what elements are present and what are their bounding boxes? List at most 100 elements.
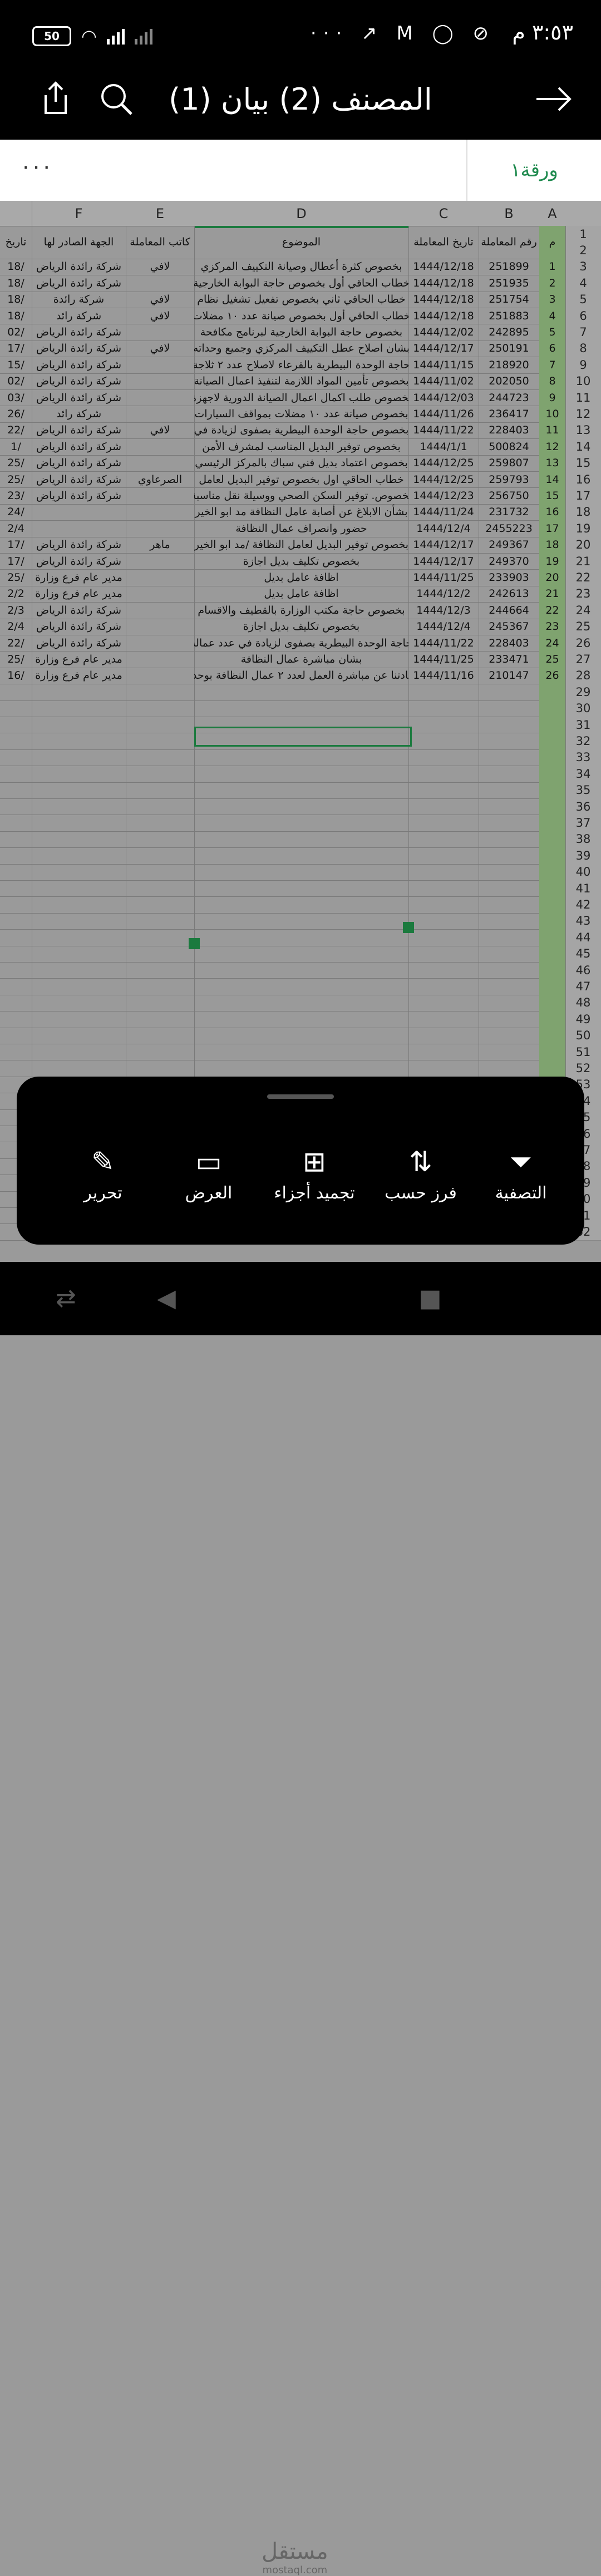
empty-cell[interactable] [126, 717, 195, 734]
cell-writer[interactable] [126, 455, 195, 472]
row-number[interactable]: 31 [565, 717, 601, 734]
cell-transaction-no[interactable]: 218920 [479, 357, 540, 374]
cell-writer[interactable] [126, 324, 195, 341]
empty-cell[interactable] [408, 912, 479, 930]
cell-subject[interactable]: خطاب الحاقي أول بخصوص حاجة البوابة الخار… [194, 275, 409, 292]
cell-issuer[interactable]: شركة رائدة الرياض [32, 602, 126, 619]
cell-date[interactable]: 1444/12/17 [408, 340, 479, 358]
empty-cell[interactable] [408, 1044, 479, 1061]
cell-transaction-no[interactable]: 233903 [479, 569, 540, 586]
cell-date[interactable]: 1444/12/25 [408, 455, 479, 472]
cell-index[interactable]: 12 [539, 438, 566, 456]
cell-date-partial[interactable]: /17 [0, 553, 32, 570]
empty-cell[interactable] [126, 945, 195, 963]
row-number[interactable]: 25 [565, 618, 601, 635]
row-number[interactable]: 41 [565, 880, 601, 897]
back-nav-icon[interactable]: ◀ [157, 1284, 176, 1312]
cell-issuer[interactable]: شركة رائدة [32, 291, 126, 308]
empty-cell[interactable] [126, 896, 195, 914]
empty-cell[interactable] [32, 1011, 126, 1028]
selection-handle-start[interactable] [189, 938, 200, 949]
row-number[interactable]: 20 [565, 536, 601, 554]
cell-date-partial[interactable]: /03 [0, 389, 32, 407]
cell-subject[interactable]: افادتنا عن مباشرة العمل لعدد ٢ عمال النظ… [194, 667, 409, 685]
cell-issuer[interactable]: شركة رائدة الرياض [32, 389, 126, 407]
cell-writer[interactable] [126, 389, 195, 407]
empty-cell[interactable] [408, 896, 479, 914]
cell-date-partial[interactable]: /18 [0, 258, 32, 276]
empty-cell[interactable] [194, 798, 409, 816]
empty-cell[interactable] [194, 929, 409, 946]
empty-cell[interactable] [126, 962, 195, 979]
row-number[interactable]: 4 [565, 275, 601, 292]
empty-cell[interactable] [32, 880, 126, 897]
empty-cell[interactable] [0, 978, 32, 995]
cell-index[interactable]: 5 [539, 324, 566, 341]
drag-handle[interactable] [267, 1094, 334, 1099]
empty-cell[interactable] [408, 717, 479, 734]
cell-date[interactable]: 1444/12/17 [408, 553, 479, 570]
cell-index[interactable]: 20 [539, 569, 566, 586]
cell-writer[interactable] [126, 438, 195, 456]
empty-cell[interactable] [408, 945, 479, 963]
cell-date-partial[interactable]: /02 [0, 324, 32, 341]
corner-cell[interactable] [565, 201, 601, 226]
empty-cell[interactable] [126, 782, 195, 799]
cell-transaction-no[interactable]: 242613 [479, 585, 540, 603]
empty-cell[interactable] [194, 978, 409, 995]
cell-subject[interactable]: اظافة عامل بديل [194, 569, 409, 586]
empty-cell[interactable] [408, 831, 479, 848]
empty-cell[interactable] [479, 700, 540, 717]
cell-date[interactable]: 1444/11/16 [408, 667, 479, 685]
empty-cell[interactable] [479, 1027, 540, 1044]
empty-cell[interactable] [194, 815, 409, 832]
cell-writer[interactable] [126, 553, 195, 570]
empty-cell[interactable] [32, 749, 126, 767]
cell-transaction-no[interactable]: 210147 [479, 667, 540, 685]
cell-date[interactable]: 1444/12/2 [408, 585, 479, 603]
empty-cell[interactable] [408, 766, 479, 783]
empty-cell[interactable] [0, 684, 32, 701]
empty-cell[interactable] [32, 1060, 126, 1077]
header-cell-c[interactable]: تاريخ المعاملة [408, 226, 479, 259]
cell-issuer[interactable]: شركة رائدة الرياض [32, 340, 126, 358]
cell-subject[interactable]: حاجة الوحدة البيطرية بالقرعاء لاصلاح عدد… [194, 357, 409, 374]
empty-cell[interactable] [32, 1044, 126, 1061]
empty-cell[interactable] [479, 798, 540, 816]
empty-cell[interactable] [0, 994, 32, 1012]
cell-issuer[interactable]: مدير عام فرع وزارة [32, 667, 126, 685]
cell-date-partial[interactable]: 2/4 [0, 618, 32, 635]
cell-subject[interactable]: خطاب الحاقي اول بخصوص توفير البديل لعامل [194, 471, 409, 488]
empty-cell[interactable] [539, 880, 566, 897]
cell-subject[interactable]: بشان اصلاح عطل التكييف المركزي وجميع وحد… [194, 340, 409, 358]
cell-issuer[interactable]: شركة رائدة الرياض [32, 618, 126, 635]
empty-cell[interactable] [126, 815, 195, 832]
row-number[interactable]: 15 [565, 455, 601, 472]
cell-date-partial[interactable]: /25 [0, 569, 32, 586]
row-number[interactable]: 45 [565, 945, 601, 963]
row-number[interactable]: 44 [565, 929, 601, 946]
cell-issuer[interactable]: شركة رائدة الرياض [32, 422, 126, 440]
empty-cell[interactable] [32, 945, 126, 963]
empty-cell[interactable] [0, 815, 32, 832]
empty-cell[interactable] [479, 684, 540, 701]
empty-cell[interactable] [32, 831, 126, 848]
cell-transaction-no[interactable]: 244664 [479, 602, 540, 619]
column-header-b[interactable]: B [479, 201, 540, 226]
cell-date-partial[interactable]: /1 [0, 438, 32, 456]
empty-cell[interactable] [32, 700, 126, 717]
cell-date-partial[interactable]: /02 [0, 373, 32, 390]
empty-cell[interactable] [539, 1011, 566, 1028]
cell-date[interactable]: 1444/11/22 [408, 422, 479, 440]
empty-cell[interactable] [479, 962, 540, 979]
cell-issuer[interactable]: شركة رائدة الرياض [32, 471, 126, 488]
empty-cell[interactable] [479, 912, 540, 930]
empty-cell[interactable] [479, 815, 540, 832]
cell-writer[interactable]: لافي [126, 308, 195, 325]
row-number[interactable]: 9 [565, 357, 601, 374]
cell-transaction-no[interactable]: 242895 [479, 324, 540, 341]
cell-index[interactable]: 7 [539, 357, 566, 374]
cell-index[interactable]: 11 [539, 422, 566, 440]
empty-cell[interactable] [408, 749, 479, 767]
cell-subject[interactable]: بخصوص طلب اكمال اعمال الصيانة الدورية لا… [194, 389, 409, 407]
